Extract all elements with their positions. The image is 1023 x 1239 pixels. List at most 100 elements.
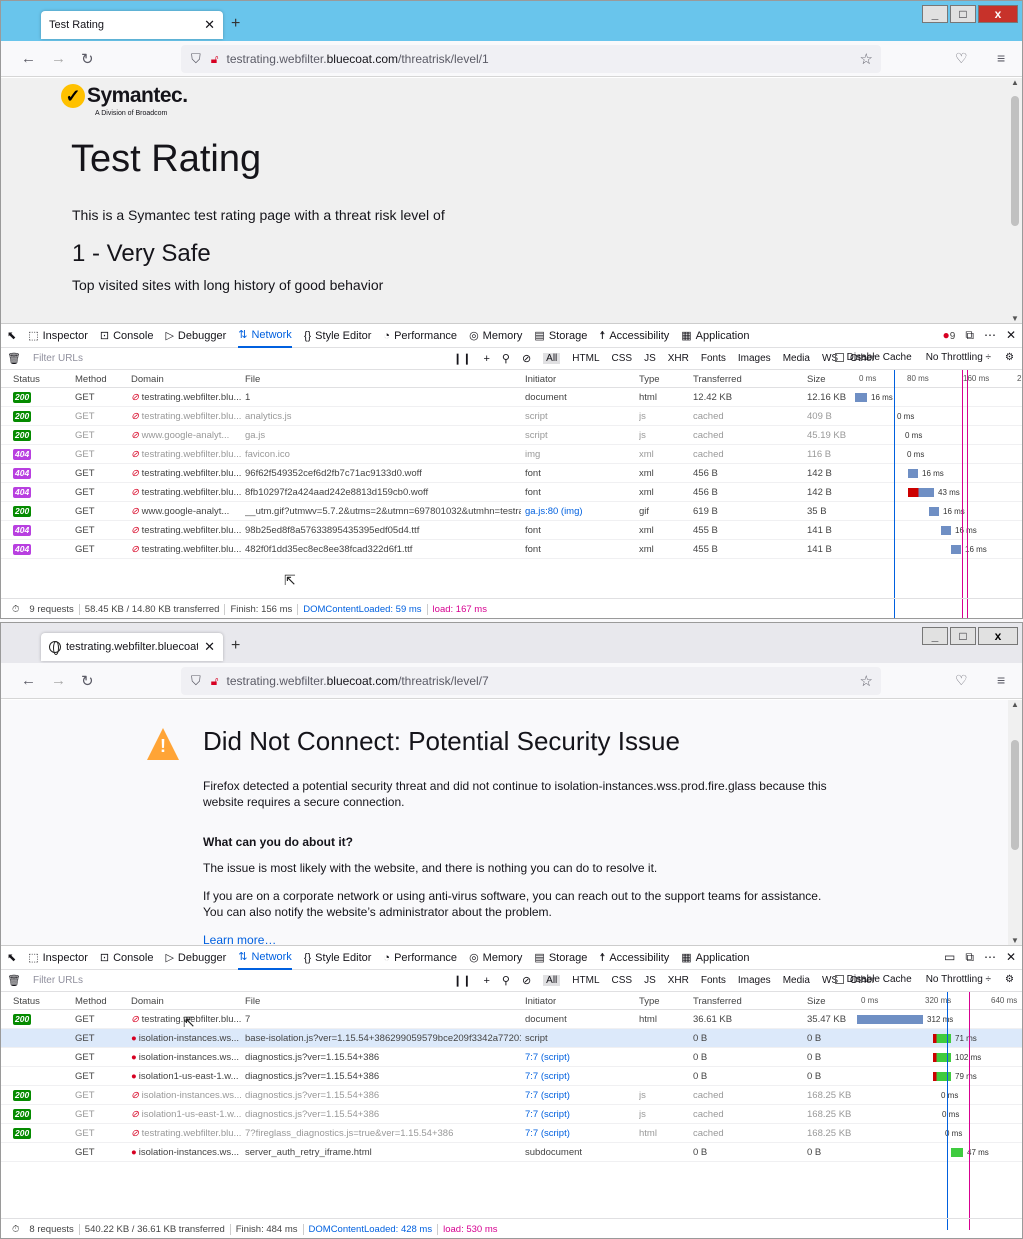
filter-html[interactable]: HTML <box>572 353 599 364</box>
more-icon[interactable]: ⋯ <box>984 950 996 965</box>
filter-html[interactable]: HTML <box>572 975 599 986</box>
disable-cache-checkbox[interactable]: Disable Cache <box>834 974 912 985</box>
table-row[interactable]: 404 GET ⊘ testrating.webfilter.blu... 98b25… <box>1 521 1022 540</box>
new-tab-button[interactable]: + <box>231 15 240 33</box>
filter-urls-input[interactable]: Filter URLs <box>33 353 83 364</box>
tab-inspector[interactable]: ⬚ Inspector <box>28 951 88 965</box>
table-row[interactable]: GET ● isolation1-us-east-1.w... diagnostics… <box>1 1067 1022 1086</box>
pick-element-icon[interactable]: ⬉ <box>7 329 16 342</box>
minimize-button[interactable]: _ <box>922 627 948 645</box>
tab-style-editor[interactable]: {} Style Editor <box>304 330 372 342</box>
tab-accessibility[interactable]: ☨ Accessibility <box>599 329 669 343</box>
col-header[interactable]: File <box>245 374 260 385</box>
settings-gear-icon[interactable]: ⚙ <box>1005 352 1014 363</box>
tab-network[interactable]: ⇅ Network <box>238 946 292 970</box>
col-header[interactable]: Method <box>75 374 107 385</box>
table-row[interactable]: 200 GET ⊘ testrating.webfilter.blu... analy… <box>1 407 1022 426</box>
close-tab-icon[interactable]: ✕ <box>204 17 215 33</box>
responsive-icon[interactable]: ▭ <box>944 950 955 965</box>
col-header[interactable]: Method <box>75 996 107 1007</box>
tab-inspector[interactable]: ⬚ Inspector <box>28 329 88 343</box>
col-header[interactable]: Size <box>807 374 825 385</box>
tab-performance[interactable]: ◔ Performance <box>383 952 457 964</box>
close-devtools-icon[interactable]: ✕ <box>1006 328 1016 343</box>
shield-icon[interactable]: ⛉ <box>191 673 201 689</box>
filter-media[interactable]: Media <box>783 353 810 364</box>
table-row[interactable]: 404 GET ⊘ testrating.webfilter.blu... 96f62… <box>1 464 1022 483</box>
table-row[interactable]: 200 GET ⊘ testrating.webfilter.blu... 1 docu… <box>1 388 1022 407</box>
filter-xhr[interactable]: XHR <box>668 353 689 364</box>
reload-icon[interactable]: ↻ <box>81 50 94 68</box>
add-icon[interactable]: + <box>483 975 489 987</box>
filter-xhr[interactable]: XHR <box>668 975 689 986</box>
url-bar[interactable]: ⛉ 🔓︎ testrating.webfilter. bluecoat.com/t… <box>181 45 881 73</box>
page-scrollbar[interactable]: ▲ ▼ <box>1008 700 1022 945</box>
table-row[interactable]: GET ● isolation-instances.ws... server_auth… <box>1 1143 1022 1162</box>
close-tab-icon[interactable]: ✕ <box>204 639 215 655</box>
table-row[interactable]: 200 GET ⊘ isolation-instances.ws... diagnos… <box>1 1086 1022 1105</box>
close-window-button[interactable]: x <box>978 627 1018 645</box>
pocket-icon[interactable]: ♡ <box>955 672 968 689</box>
tab-console[interactable]: ⊡ Console <box>100 329 154 343</box>
col-header[interactable]: Size <box>807 996 825 1007</box>
page-scrollbar[interactable]: ▲ ▼ <box>1008 78 1022 323</box>
throttling-select[interactable]: No Throttling ÷ <box>926 974 991 985</box>
browser-tab[interactable]: testrating.webfilter.bluecoat.com ✕ <box>41 633 223 661</box>
tab-application[interactable]: ▦ Application <box>681 951 749 965</box>
tab-network[interactable]: ⇅ Network <box>238 324 292 348</box>
throttling-select[interactable]: No Throttling ÷ <box>926 352 991 363</box>
table-row[interactable]: GET ● isolation-instances.ws... base-isolat… <box>1 1029 1022 1048</box>
tab-storage[interactable]: ▤ Storage <box>534 951 587 965</box>
tab-debugger[interactable]: ▷ Debugger <box>165 951 226 965</box>
filter-all[interactable]: All <box>543 975 561 986</box>
table-row[interactable]: GET ● isolation-instances.ws... diagnostics… <box>1 1048 1022 1067</box>
bookmark-star-icon[interactable]: ☆ <box>860 50 873 68</box>
block-icon[interactable]: ⊘ <box>522 352 531 365</box>
menu-icon[interactable]: ≡ <box>997 50 1005 66</box>
dock-icon[interactable]: ⧉ <box>965 328 974 343</box>
col-header[interactable]: Transferred <box>693 996 742 1007</box>
tab-style-editor[interactable]: {} Style Editor <box>304 952 372 964</box>
col-header[interactable]: Type <box>639 374 660 385</box>
tab-application[interactable]: ▦ Application <box>681 329 749 343</box>
table-row[interactable]: 404 GET ⊘ testrating.webfilter.blu... favic… <box>1 445 1022 464</box>
tab-memory[interactable]: ◎ Memory <box>469 329 522 343</box>
trash-icon[interactable]: 🗑︎ <box>7 974 21 987</box>
table-row[interactable]: 200 GET ⊘ www.google-analyt... ga.js script j… <box>1 426 1022 445</box>
table-row[interactable]: 200 GET ⊘ testrating.webfilter.blu... 7 docu… <box>1 1010 1022 1029</box>
filter-all[interactable]: All <box>543 353 561 364</box>
filter-css[interactable]: CSS <box>612 353 633 364</box>
error-icon[interactable]: ●9 <box>943 328 956 343</box>
filter-fonts[interactable]: Fonts <box>701 975 726 986</box>
more-icon[interactable]: ⋯ <box>984 328 996 343</box>
search-icon[interactable]: ⚲ <box>502 352 510 365</box>
back-icon[interactable]: ← <box>21 672 36 689</box>
table-row[interactable]: 404 GET ⊘ testrating.webfilter.blu... 8fb10… <box>1 483 1022 502</box>
filter-urls-input[interactable]: Filter URLs <box>33 975 83 986</box>
browser-tab[interactable]: Test Rating ✕ <box>41 11 223 39</box>
search-icon[interactable]: ⚲ <box>502 974 510 987</box>
menu-icon[interactable]: ≡ <box>997 672 1005 688</box>
maximize-button[interactable]: □ <box>950 5 976 23</box>
maximize-button[interactable]: □ <box>950 627 976 645</box>
add-icon[interactable]: + <box>483 353 489 365</box>
filter-js[interactable]: JS <box>644 975 656 986</box>
filter-js[interactable]: JS <box>644 353 656 364</box>
table-row[interactable]: 200 GET ⊘ www.google-analyt... __utm.gif?ut… <box>1 502 1022 521</box>
reload-icon[interactable]: ↻ <box>81 672 94 690</box>
learn-more-link[interactable]: Learn more… <box>203 932 833 945</box>
table-row[interactable]: 200 GET ⊘ testrating.webfilter.blu... 7?fir… <box>1 1124 1022 1143</box>
block-icon[interactable]: ⊘ <box>522 974 531 987</box>
col-header[interactable]: Status <box>13 374 40 385</box>
insecure-lock-icon[interactable]: 🔓︎ <box>211 52 219 67</box>
pause-icon[interactable]: ❙❙ <box>453 352 471 365</box>
shield-icon[interactable]: ⛉ <box>191 51 201 67</box>
table-row[interactable]: 200 GET ⊘ isolation1-us-east-1.w... diagnos… <box>1 1105 1022 1124</box>
forward-icon[interactable]: → <box>51 672 66 689</box>
col-header[interactable]: Domain <box>131 374 164 385</box>
tab-performance[interactable]: ◔ Performance <box>383 330 457 342</box>
url-bar[interactable]: ⛉ 🔓︎ testrating.webfilter. bluecoat.com/t… <box>181 667 881 695</box>
pick-element-icon[interactable]: ⬉ <box>7 951 16 964</box>
filter-fonts[interactable]: Fonts <box>701 353 726 364</box>
disable-cache-checkbox[interactable]: Disable Cache <box>834 352 912 363</box>
